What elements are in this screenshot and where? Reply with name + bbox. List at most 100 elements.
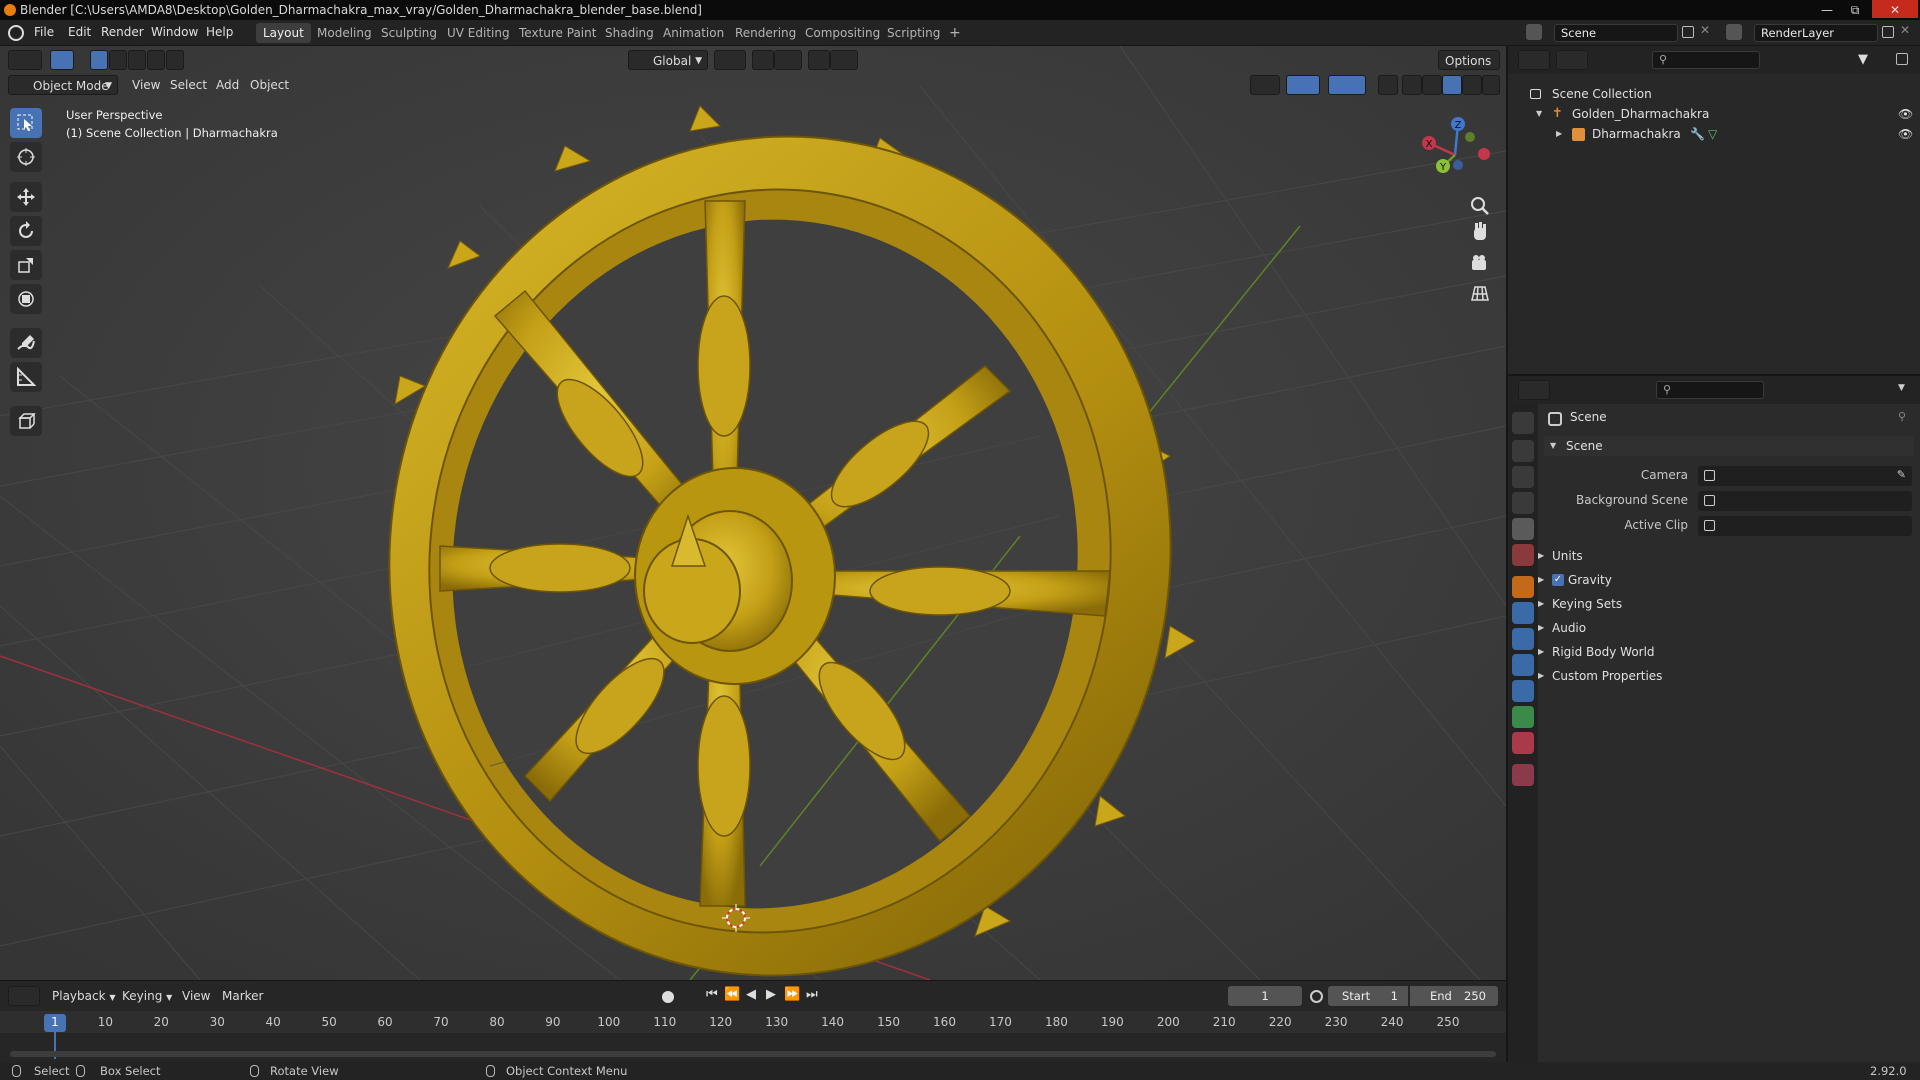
snap-toggle[interactable] xyxy=(752,50,774,70)
eye-icon[interactable]: 👁 xyxy=(1898,104,1913,124)
tab-compositing[interactable]: Compositing xyxy=(798,23,887,43)
tool-tab-icon[interactable] xyxy=(1512,412,1534,434)
measure-tool[interactable] xyxy=(10,362,42,392)
properties-editor-type-button[interactable] xyxy=(1518,380,1550,400)
shading-options-dropdown[interactable] xyxy=(1482,75,1500,95)
object-tab-icon[interactable] xyxy=(1512,576,1534,598)
perspective-toggle-icon[interactable] xyxy=(1466,280,1494,308)
renderlayer-selector[interactable]: RenderLayer xyxy=(1754,24,1878,42)
timeline-scrollbar[interactable] xyxy=(10,1051,1496,1057)
select-box-tool[interactable] xyxy=(10,108,42,138)
rigid-body-world-panel-header[interactable]: ▶ Rigid Body World xyxy=(1538,642,1655,662)
shading-rendered-button[interactable] xyxy=(1462,75,1482,95)
end-frame-field[interactable]: End 250 xyxy=(1410,986,1498,1006)
visibility-dropdown[interactable] xyxy=(1250,75,1280,95)
overlay-toggle[interactable] xyxy=(1328,75,1366,95)
tab-scripting[interactable]: Scripting xyxy=(880,23,947,43)
select-mode-extend-icon[interactable] xyxy=(109,50,127,70)
editor-type-button[interactable] xyxy=(8,50,42,70)
select-mode-subtract-icon[interactable] xyxy=(128,50,146,70)
mode-dropdown[interactable]: Object Mode ▼ xyxy=(8,75,118,95)
background-scene-field[interactable] xyxy=(1698,491,1912,511)
scene-browse-icon[interactable] xyxy=(1526,24,1542,40)
pivot-point-dropdown[interactable] xyxy=(714,50,746,70)
jump-end-icon[interactable]: ⏭ xyxy=(806,987,818,1002)
menu-file[interactable]: File xyxy=(34,25,54,39)
cursor-tool[interactable] xyxy=(10,142,42,172)
timeline-menu-marker[interactable]: Marker xyxy=(216,986,269,1006)
pin-icon[interactable]: ⚲ xyxy=(1898,410,1906,423)
outliner-editor-type-button[interactable] xyxy=(1518,50,1550,70)
zoom-icon[interactable] xyxy=(1466,192,1494,220)
shading-solid-button[interactable] xyxy=(1422,75,1442,95)
scene-panel-header[interactable]: ▼ Scene xyxy=(1544,436,1914,456)
constraints-tab-icon[interactable] xyxy=(1512,680,1534,702)
minimize-icon[interactable]: — xyxy=(1814,0,1840,18)
delete-renderlayer-icon[interactable]: ✕ xyxy=(1900,23,1910,37)
play-icon[interactable]: ▶ xyxy=(766,987,776,1002)
tab-animation[interactable]: Animation xyxy=(656,23,731,43)
keying-sets-panel-header[interactable]: ▶ Keying Sets xyxy=(1538,594,1622,614)
viewport-menu-select[interactable]: Select xyxy=(164,75,213,95)
viewport-menu-add[interactable]: Add xyxy=(210,75,245,95)
timeline-menu-playback[interactable]: Playback ▼ xyxy=(46,986,122,1006)
active-clip-field[interactable] xyxy=(1698,516,1912,536)
jump-keyframe-back-icon[interactable]: ⏪ xyxy=(724,987,740,1002)
chevron-down-icon[interactable]: ▼ xyxy=(1898,383,1905,393)
custom-properties-panel-header[interactable]: ▶ Custom Properties xyxy=(1538,666,1662,686)
options-dropdown[interactable]: Options ▼ xyxy=(1438,50,1500,88)
select-mode-new-icon[interactable] xyxy=(90,50,108,70)
annotate-tool[interactable] xyxy=(10,328,42,358)
menu-help[interactable]: Help xyxy=(206,25,233,39)
close-icon[interactable]: ✕ xyxy=(1872,0,1918,18)
tab-modeling[interactable]: Modeling xyxy=(310,23,379,43)
new-collection-icon[interactable] xyxy=(1896,53,1908,65)
delete-scene-icon[interactable]: ✕ xyxy=(1700,23,1710,37)
add-workspace-button[interactable]: + xyxy=(942,23,968,43)
tab-rendering[interactable]: Rendering xyxy=(728,23,803,43)
new-scene-icon[interactable] xyxy=(1682,26,1694,38)
physics-tab-icon[interactable] xyxy=(1512,654,1534,676)
display-mode-dropdown[interactable] xyxy=(1556,50,1588,70)
expand-arrow-icon[interactable]: ▼ xyxy=(1536,104,1542,124)
tab-shading[interactable]: Shading xyxy=(598,23,661,43)
transform-orientation-dropdown[interactable]: Global ▼ xyxy=(628,50,708,70)
menu-window[interactable]: Window xyxy=(151,25,198,39)
menu-edit[interactable]: Edit xyxy=(68,25,91,39)
xray-toggle[interactable] xyxy=(1378,75,1398,95)
scene-selector[interactable]: Scene xyxy=(1554,24,1678,42)
select-mode-intersect-icon[interactable] xyxy=(166,50,184,70)
timeline-editor-type-button[interactable] xyxy=(8,986,40,1006)
timeline-editor[interactable]: Playback ▼ Keying ▼ View Marker ⏮ ⏪ ◀ ▶ … xyxy=(0,980,1506,1062)
select-tool-button[interactable] xyxy=(50,50,74,70)
viewport-menu-view[interactable]: View xyxy=(126,75,166,95)
texture-tab-icon[interactable] xyxy=(1512,764,1534,786)
properties-search-input[interactable]: ⚲ xyxy=(1656,381,1764,399)
tab-texture-paint[interactable]: Texture Paint xyxy=(512,23,603,43)
outliner-search-input[interactable]: ⚲ xyxy=(1652,51,1760,69)
timeline-menu-view[interactable]: View xyxy=(176,986,216,1006)
current-frame-field[interactable]: 1 xyxy=(1228,986,1302,1006)
tab-layout[interactable]: Layout xyxy=(256,23,311,43)
select-mode-invert-icon[interactable] xyxy=(147,50,165,70)
add-cube-tool[interactable] xyxy=(10,406,42,436)
outliner-editor[interactable]: ⚲ ▼ Scene Collection ▼ ✝ Golden_Dharmach… xyxy=(1508,46,1920,374)
pan-hand-icon[interactable] xyxy=(1466,220,1494,248)
move-tool[interactable] xyxy=(10,182,42,212)
filter-icon[interactable]: ▼ xyxy=(1858,52,1868,67)
outliner-row-dharmachakra[interactable]: ▶ Dharmachakra 🔧 ▽ 👁 xyxy=(1508,124,1920,144)
viewport-menu-object[interactable]: Object xyxy=(244,75,295,95)
camera-field[interactable]: ✎ xyxy=(1698,466,1912,486)
transform-tool[interactable] xyxy=(10,284,42,314)
render-tab-icon[interactable] xyxy=(1512,440,1534,462)
proportional-falloff-dropdown[interactable] xyxy=(830,50,858,70)
data-tab-icon[interactable] xyxy=(1512,706,1534,728)
eyedropper-icon[interactable]: ✎ xyxy=(1897,468,1906,481)
material-tab-icon[interactable] xyxy=(1512,732,1534,754)
3d-viewport[interactable]: Global ▼ Options ▼ Object Mode ▼ View Se… xyxy=(0,46,1506,980)
expand-arrow-icon[interactable]: ▶ xyxy=(1556,124,1562,144)
stopwatch-icon[interactable] xyxy=(1310,990,1323,1003)
units-panel-header[interactable]: ▶ Units xyxy=(1538,546,1583,566)
proportional-editing-toggle[interactable] xyxy=(808,50,830,70)
auto-keying-icon[interactable] xyxy=(662,991,674,1003)
